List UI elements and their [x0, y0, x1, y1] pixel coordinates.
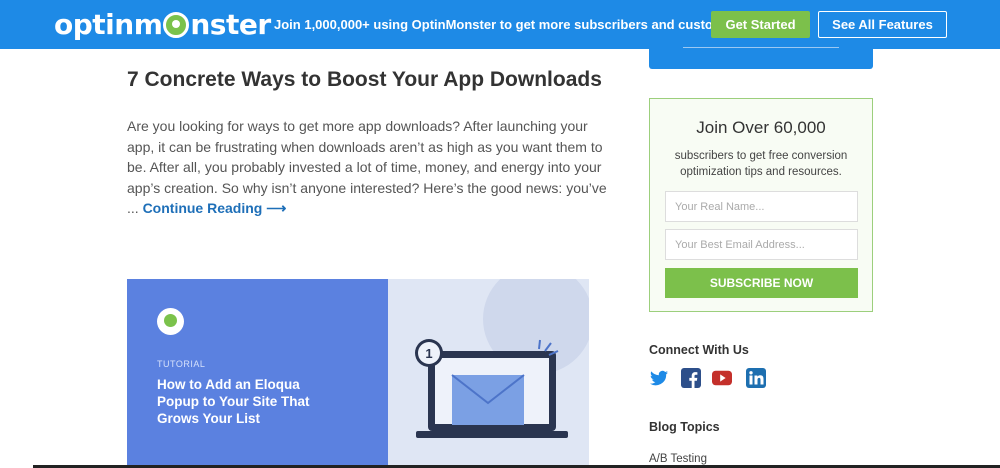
twitter-icon[interactable]: [649, 368, 669, 388]
article-title[interactable]: 7 Concrete Ways to Boost Your App Downlo…: [127, 68, 602, 92]
card-kicker: TUTORIAL: [157, 359, 206, 369]
optinmonster-logo[interactable]: optinm nster: [54, 6, 271, 42]
sidebar-top-divider: [683, 47, 839, 48]
badge-number: 1: [425, 346, 432, 361]
article-excerpt: Are you looking for ways to get more app…: [127, 116, 607, 219]
excerpt-line: app’s creation. So why isn’t anyone inte…: [127, 179, 607, 196]
facebook-icon[interactable]: [681, 368, 701, 388]
laptop-email-icon: 1: [415, 279, 589, 438]
youtube-icon[interactable]: [712, 368, 732, 388]
top-banner: optinm nster Join 1,000,000+ using OptinM…: [0, 0, 1000, 49]
blog-topics-heading: Blog Topics: [649, 420, 720, 434]
banner-tagline: Join 1,000,000+ using OptinMonster to ge…: [274, 17, 748, 32]
excerpt-line: be. After all, you probably invested a l…: [127, 159, 602, 175]
excerpt-ellipsis: ...: [127, 200, 143, 216]
get-started-button[interactable]: Get Started: [711, 11, 810, 38]
name-input[interactable]: [665, 191, 858, 222]
monster-logo-icon: [163, 12, 190, 38]
card-title: How to Add an Eloqua Popup to Your Site …: [157, 377, 310, 426]
optin-description: subscribers to get free conversion optim…: [674, 150, 848, 178]
see-all-features-button[interactable]: See All Features: [818, 11, 947, 38]
excerpt-line: Are you looking for ways to get more app…: [127, 118, 588, 134]
monster-avatar-icon: [157, 308, 184, 335]
subscribe-button[interactable]: SUBSCRIBE NOW: [665, 268, 858, 298]
logo-text-right: nster: [190, 7, 271, 41]
continue-reading-link[interactable]: Continue Reading ⟶: [143, 200, 287, 216]
optin-title: Join Over 60,000: [696, 118, 826, 137]
linkedin-icon[interactable]: [746, 368, 766, 388]
card-illustration: 1: [388, 279, 589, 468]
sidebar-top-panel: [649, 49, 873, 69]
email-input[interactable]: [665, 229, 858, 260]
connect-heading: Connect With Us: [649, 343, 749, 357]
newsletter-optin-box: Join Over 60,000 subscribers to get free…: [649, 98, 873, 312]
card-left-panel: TUTORIAL How to Add an Eloqua Popup to Y…: [127, 279, 388, 468]
featured-post-card[interactable]: TUTORIAL How to Add an Eloqua Popup to Y…: [127, 279, 589, 468]
logo-text-left: optinm: [54, 7, 163, 41]
topic-link[interactable]: A/B Testing: [649, 453, 707, 465]
excerpt-line: app, it can be frustrating when download…: [127, 138, 603, 155]
